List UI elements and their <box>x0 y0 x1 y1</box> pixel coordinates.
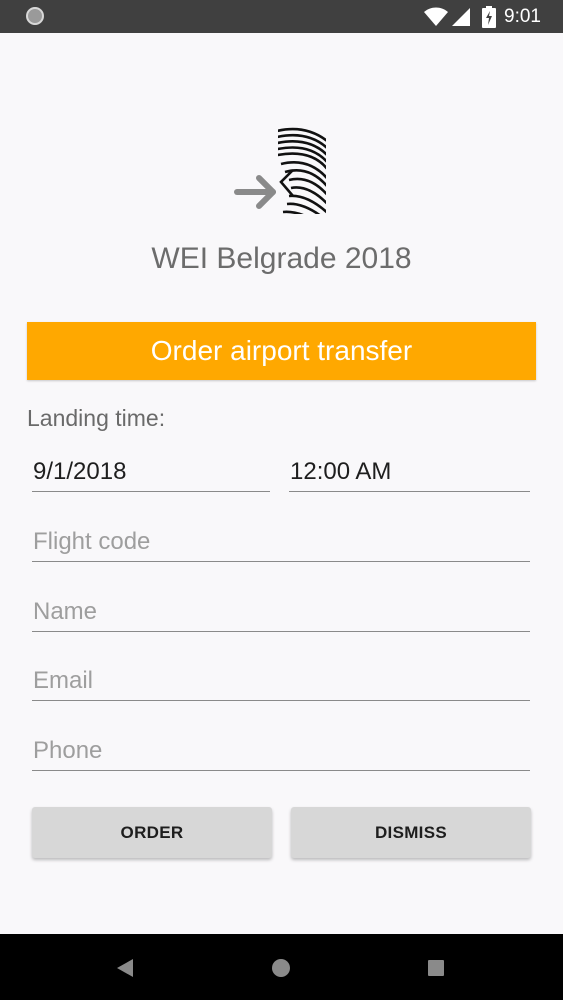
email-input[interactable]: Email <box>32 661 530 701</box>
navigation-bar <box>0 934 563 1000</box>
wifi-icon <box>424 7 449 26</box>
app-logo-icon <box>234 127 326 214</box>
phone-placeholder: Phone <box>33 736 103 764</box>
flight-code-input[interactable]: Flight code <box>32 522 530 562</box>
date-value: 9/1/2018 <box>33 457 127 485</box>
home-icon[interactable] <box>272 959 290 977</box>
flight-code-placeholder: Flight code <box>33 527 151 555</box>
time-field[interactable]: 12:00 AM <box>289 452 530 492</box>
order-button[interactable]: ORDER <box>32 807 272 858</box>
cellular-signal-icon <box>452 8 471 26</box>
date-field[interactable]: 9/1/2018 <box>32 452 270 492</box>
status-icons: 9:01 <box>424 5 541 29</box>
app-title: WEI Belgrade 2018 <box>151 242 412 275</box>
status-bar: 9:01 <box>0 0 563 33</box>
battery-charging-icon <box>482 6 497 28</box>
phone-input[interactable]: Phone <box>32 731 530 771</box>
status-time: 9:01 <box>504 6 541 27</box>
email-placeholder: Email <box>33 666 94 694</box>
notification-dot-icon <box>26 7 44 25</box>
back-icon[interactable] <box>116 958 134 978</box>
dismiss-button[interactable]: DISMISS <box>291 807 531 858</box>
landing-time-label: Landing time: <box>27 405 166 431</box>
name-input[interactable]: Name <box>32 592 530 632</box>
time-value: 12:00 AM <box>290 457 392 485</box>
name-placeholder: Name <box>33 597 98 625</box>
order-transfer-banner: Order airport transfer <box>27 322 536 380</box>
recents-icon[interactable] <box>428 960 444 976</box>
